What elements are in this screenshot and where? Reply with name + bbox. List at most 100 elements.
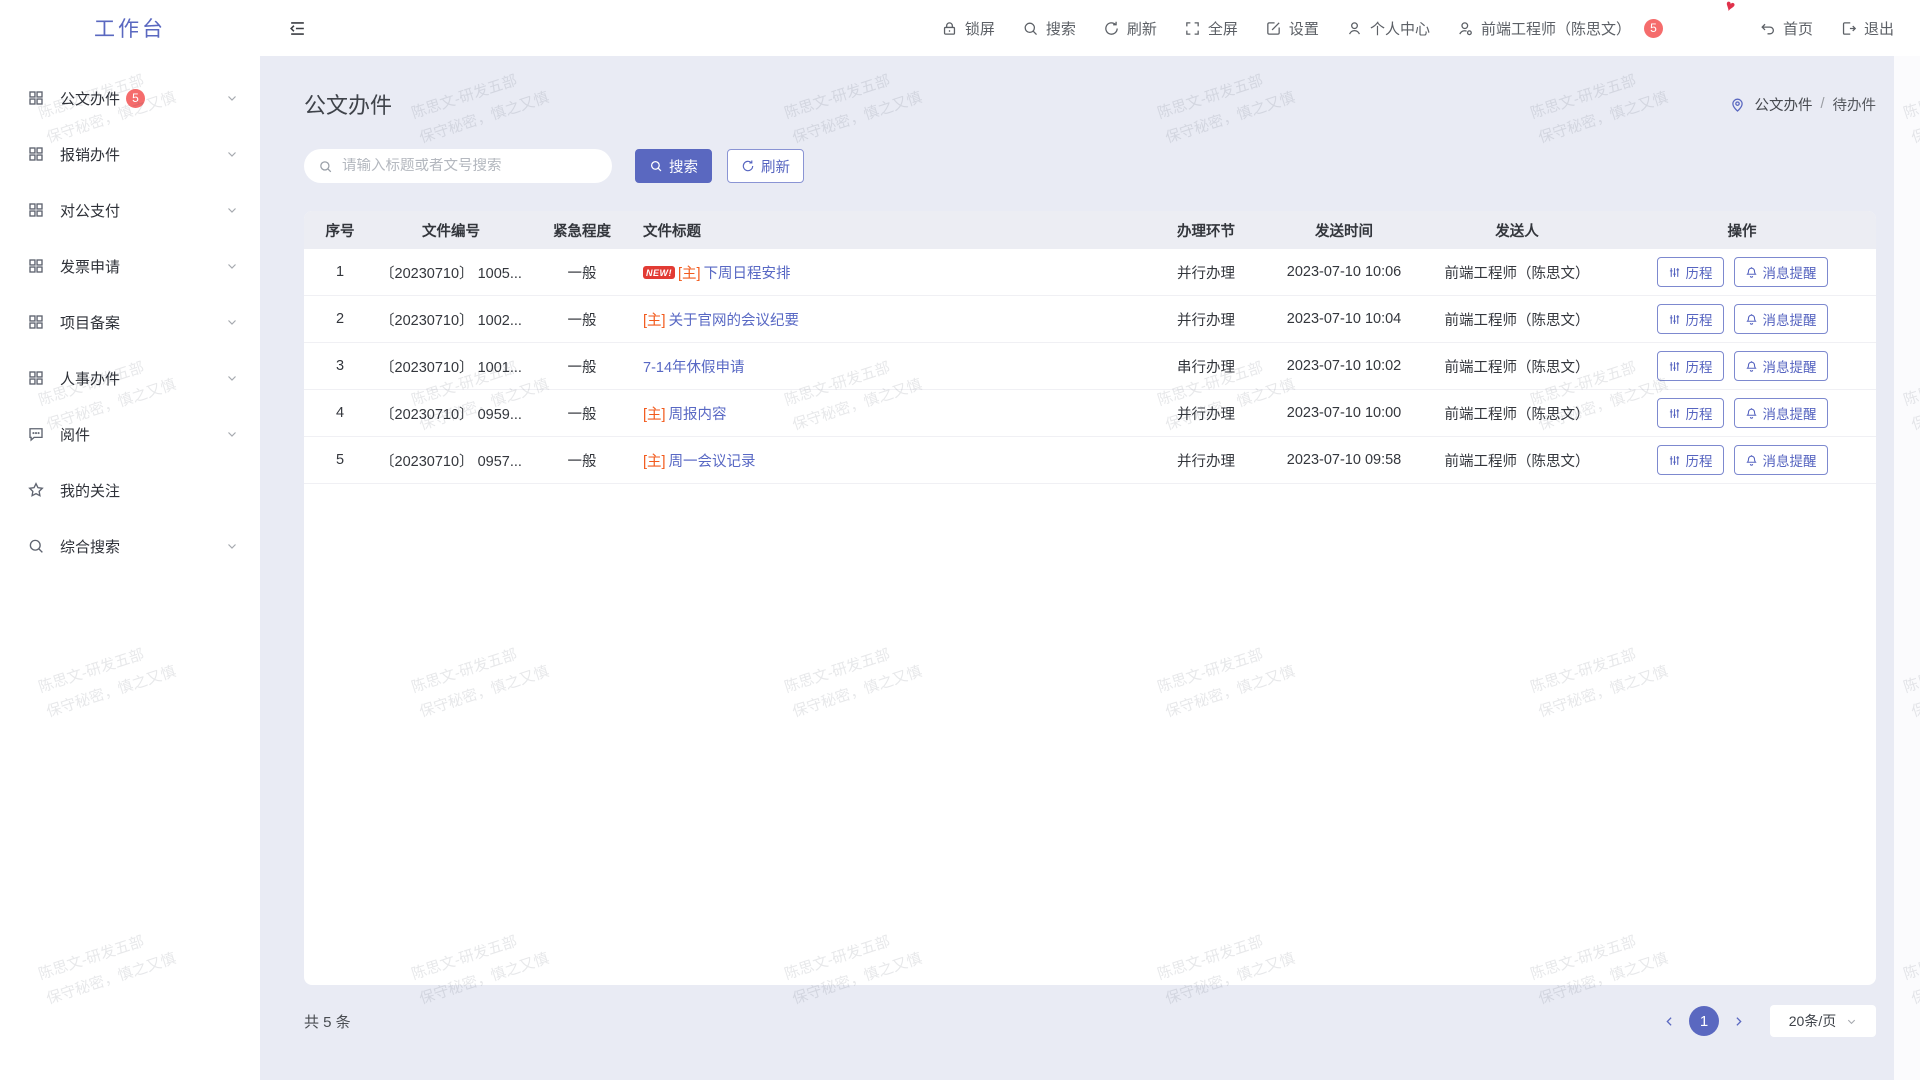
sidebar-item-renshi[interactable]: 人事办件 [0,350,260,406]
cell-doc-no: 〔20230710〕 1005... [376,262,526,283]
chevron-down-icon [226,428,238,440]
column-header: 文件编号 [376,220,526,241]
settings-button[interactable]: 设置 [1265,18,1319,39]
topbar-actions: 锁屏 搜索 刷新 全屏 设置 [941,7,1894,49]
cell-doc-no: 〔20230710〕 1002... [376,309,526,330]
document-link[interactable]: 7-14年休假申请 [643,356,745,377]
fullscreen-button[interactable]: 全屏 [1184,18,1238,39]
sidebar-item-label: 报销办件 [60,144,120,165]
prev-page-button[interactable] [1659,1011,1680,1032]
cell-time: 2023-07-10 10:04 [1262,311,1426,327]
cell-doc-no: 〔20230710〕 0959... [376,403,526,424]
refresh-list-button[interactable]: 刷新 [727,149,804,183]
menu-fold-icon[interactable] [288,19,307,38]
cell-sender: 前端工程师（陈思文） [1426,403,1608,424]
notify-button[interactable]: 消息提醒 [1734,257,1828,287]
cell-stage: 串行办理 [1150,356,1262,377]
sidebar-item-label: 阅件 [60,424,90,445]
global-search-button[interactable]: 搜索 [1022,18,1076,39]
scrollbar-track[interactable] [1894,56,1920,1080]
home-button[interactable]: 首页 [1759,18,1813,39]
search-box [304,149,612,183]
notify-button[interactable]: 消息提醒 [1734,445,1828,475]
page-number[interactable]: 1 [1689,1006,1719,1036]
column-header: 操作 [1608,220,1876,241]
search-input[interactable] [342,158,598,174]
sliders-icon [1668,407,1681,420]
breadcrumb-root[interactable]: 公文办件 [1754,94,1812,115]
sidebar: 工作台 公文办件 5 报销办件 对公支付 发票申请 [0,0,260,1080]
notify-button-label: 消息提醒 [1763,403,1817,423]
heart-icon: ♥ [1723,0,1737,16]
history-button[interactable]: 历程 [1657,351,1724,381]
lock-screen-button[interactable]: 锁屏 [941,18,995,39]
cell-stage: 并行办理 [1150,309,1262,330]
sidebar-item-xiangmu[interactable]: 项目备案 [0,294,260,350]
column-header: 紧急程度 [526,220,638,241]
sidebar-item-label: 对公支付 [60,200,120,221]
history-button-label: 历程 [1686,356,1713,376]
sidebar-item-label: 项目备案 [60,312,120,333]
page-size-value: 20条/页 [1789,1011,1836,1031]
cell-no: 3 [304,358,376,374]
column-header: 序号 [304,220,376,241]
chevron-down-icon [226,316,238,328]
history-button[interactable]: 历程 [1657,445,1724,475]
next-page-button[interactable] [1728,1011,1749,1032]
sidebar-item-gongwen[interactable]: 公文办件 5 [0,70,260,126]
history-button[interactable]: 历程 [1657,257,1724,287]
search-button[interactable]: 搜索 [635,149,712,183]
cell-no: 2 [304,311,376,327]
history-button[interactable]: 历程 [1657,398,1724,428]
cell-title: 7-14年休假申请 [638,356,1150,377]
sidebar-item-zongsou[interactable]: 综合搜索 [0,518,260,574]
sidebar-item-duigong[interactable]: 对公支付 [0,182,260,238]
app-logo: 工作台 [0,0,260,56]
sidebar-item-baoxiao[interactable]: 报销办件 [0,126,260,182]
page-size-select[interactable]: 20条/页 [1770,1005,1876,1037]
grid-icon [27,369,45,387]
cell-no: 5 [304,452,376,468]
total-count: 共 5 条 [304,1011,351,1032]
current-user[interactable]: 前端工程师（陈思文） 5 [1457,18,1663,39]
cell-actions: 历程 消息提醒 [1608,304,1876,334]
document-link[interactable]: 周报内容 [669,403,727,424]
cell-doc-no: 〔20230710〕 1001... [376,356,526,377]
breadcrumb: 公文办件 / 待办件 [1729,94,1876,115]
refresh-icon [1103,20,1120,37]
grid-icon [27,201,45,219]
refresh-label: 刷新 [1127,18,1157,39]
notify-button[interactable]: 消息提醒 [1734,304,1828,334]
document-link[interactable]: 关于官网的会议纪要 [669,309,800,330]
refresh-button[interactable]: 刷新 [1103,18,1157,39]
cell-actions: 历程 消息提醒 [1608,257,1876,287]
sidebar-item-fapiao[interactable]: 发票申请 [0,238,260,294]
notify-button[interactable]: 消息提醒 [1734,398,1828,428]
grid-icon [27,313,45,331]
logout-button[interactable]: 退出 [1840,18,1894,39]
sidebar-item-label: 发票申请 [60,256,120,277]
avatar[interactable]: ♥ [1690,7,1732,49]
sidebar-item-yuejian[interactable]: 阅件 [0,406,260,462]
page-head: 公文办件 公文办件 / 待办件 [304,88,1876,120]
notify-button[interactable]: 消息提醒 [1734,351,1828,381]
bell-icon [1745,454,1758,467]
global-search-label: 搜索 [1046,18,1076,39]
history-button[interactable]: 历程 [1657,304,1724,334]
cell-time: 2023-07-10 10:02 [1262,358,1426,374]
table-row: 1 〔20230710〕 1005... 一般 NEW! [主] 下周日程安排 … [304,249,1876,296]
chevron-down-icon [226,204,238,216]
fullscreen-icon [1184,20,1201,37]
sidebar-item-guanzhu[interactable]: 我的关注 [0,462,260,518]
cell-sender: 前端工程师（陈思文） [1426,356,1608,377]
bell-icon [1745,266,1758,279]
main-doc-tag: [主] [643,403,666,424]
document-link[interactable]: 下周日程安排 [704,262,791,283]
cell-no: 1 [304,264,376,280]
sliders-icon [1668,360,1681,373]
cell-stage: 并行办理 [1150,262,1262,283]
profile-center-button[interactable]: 个人中心 [1346,18,1430,39]
search-icon [1022,20,1039,37]
star-icon [27,481,45,499]
document-link[interactable]: 周一会议记录 [669,450,756,471]
